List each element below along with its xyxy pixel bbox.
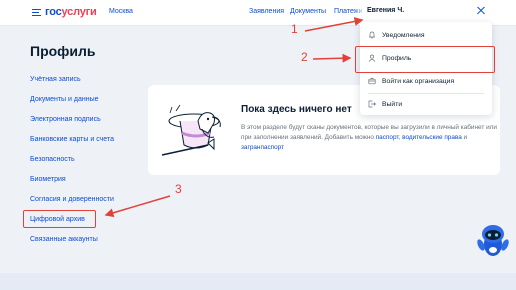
nav-link-applications[interactable]: Заявления: [249, 8, 284, 15]
gosuslugi-logo[interactable]: госуслуги: [45, 6, 97, 18]
sidebar-item-linked-accounts[interactable]: Связанные аккаунты: [30, 236, 98, 243]
logout-icon: [368, 100, 376, 108]
dropdown-item-label: Выйти: [382, 101, 403, 108]
bell-icon: [369, 31, 375, 39]
nav-fade: [354, 4, 366, 22]
annotation-box-profile: [355, 46, 495, 73]
dropdown-item-label: Уведомления: [382, 32, 425, 39]
empty-hat-illustration: [161, 104, 221, 156]
footer-band: [0, 273, 516, 290]
briefcase-icon: [368, 77, 376, 85]
menu-icon[interactable]: [32, 9, 41, 17]
sidebar-item-documents[interactable]: Документы и данные: [30, 96, 99, 103]
dropdown-item-notifications[interactable]: Уведомления: [360, 24, 492, 47]
empty-state-and: и: [461, 134, 468, 141]
empty-state-title: Пока здесь ничего нет: [241, 104, 352, 115]
annotation-box-digital-archive: [23, 210, 96, 228]
link-driver-license[interactable]: водительские права: [402, 134, 462, 141]
annotation-arrow-2: [312, 53, 352, 63]
sidebar-item-biometrics[interactable]: Биометрия: [30, 176, 66, 183]
sidebar-item-bank-cards[interactable]: Банковские карты и счета: [30, 136, 114, 143]
close-icon[interactable]: [475, 5, 487, 17]
link-passport[interactable]: паспорт: [376, 134, 399, 141]
dropdown-item-login-as-org[interactable]: Войти как организация: [360, 70, 492, 93]
robot-assistant-icon[interactable]: [474, 220, 512, 260]
link-foreign-passport[interactable]: загранпаспорт: [241, 144, 284, 151]
empty-state-text: В этом разделе будут сканы документов, к…: [241, 123, 497, 153]
dropdown-item-label: Войти как организация: [382, 78, 455, 85]
sidebar-item-e-signature[interactable]: Электронная подпись: [30, 116, 101, 123]
annotation-number-1: 1: [291, 22, 298, 36]
annotation-number-3: 3: [175, 182, 182, 196]
user-name[interactable]: Евгения Ч.: [367, 7, 404, 14]
dropdown-item-logout[interactable]: Выйти: [360, 93, 492, 116]
page-title: Профиль: [30, 43, 96, 59]
sidebar-item-consents[interactable]: Согласия и доверенности: [30, 196, 114, 203]
empty-state-comma: ,: [398, 134, 401, 141]
logo-text-uslugi: услуги: [61, 6, 97, 18]
sidebar-item-account[interactable]: Учётная запись: [30, 76, 81, 83]
sidebar-item-security[interactable]: Безопасность: [30, 156, 75, 163]
city-selector[interactable]: Москва: [109, 8, 133, 15]
nav-link-documents[interactable]: Документы: [290, 8, 326, 15]
annotation-number-2: 2: [301, 50, 308, 64]
annotation-arrow-3: [104, 195, 171, 218]
logo-text-gos: гос: [45, 6, 62, 18]
